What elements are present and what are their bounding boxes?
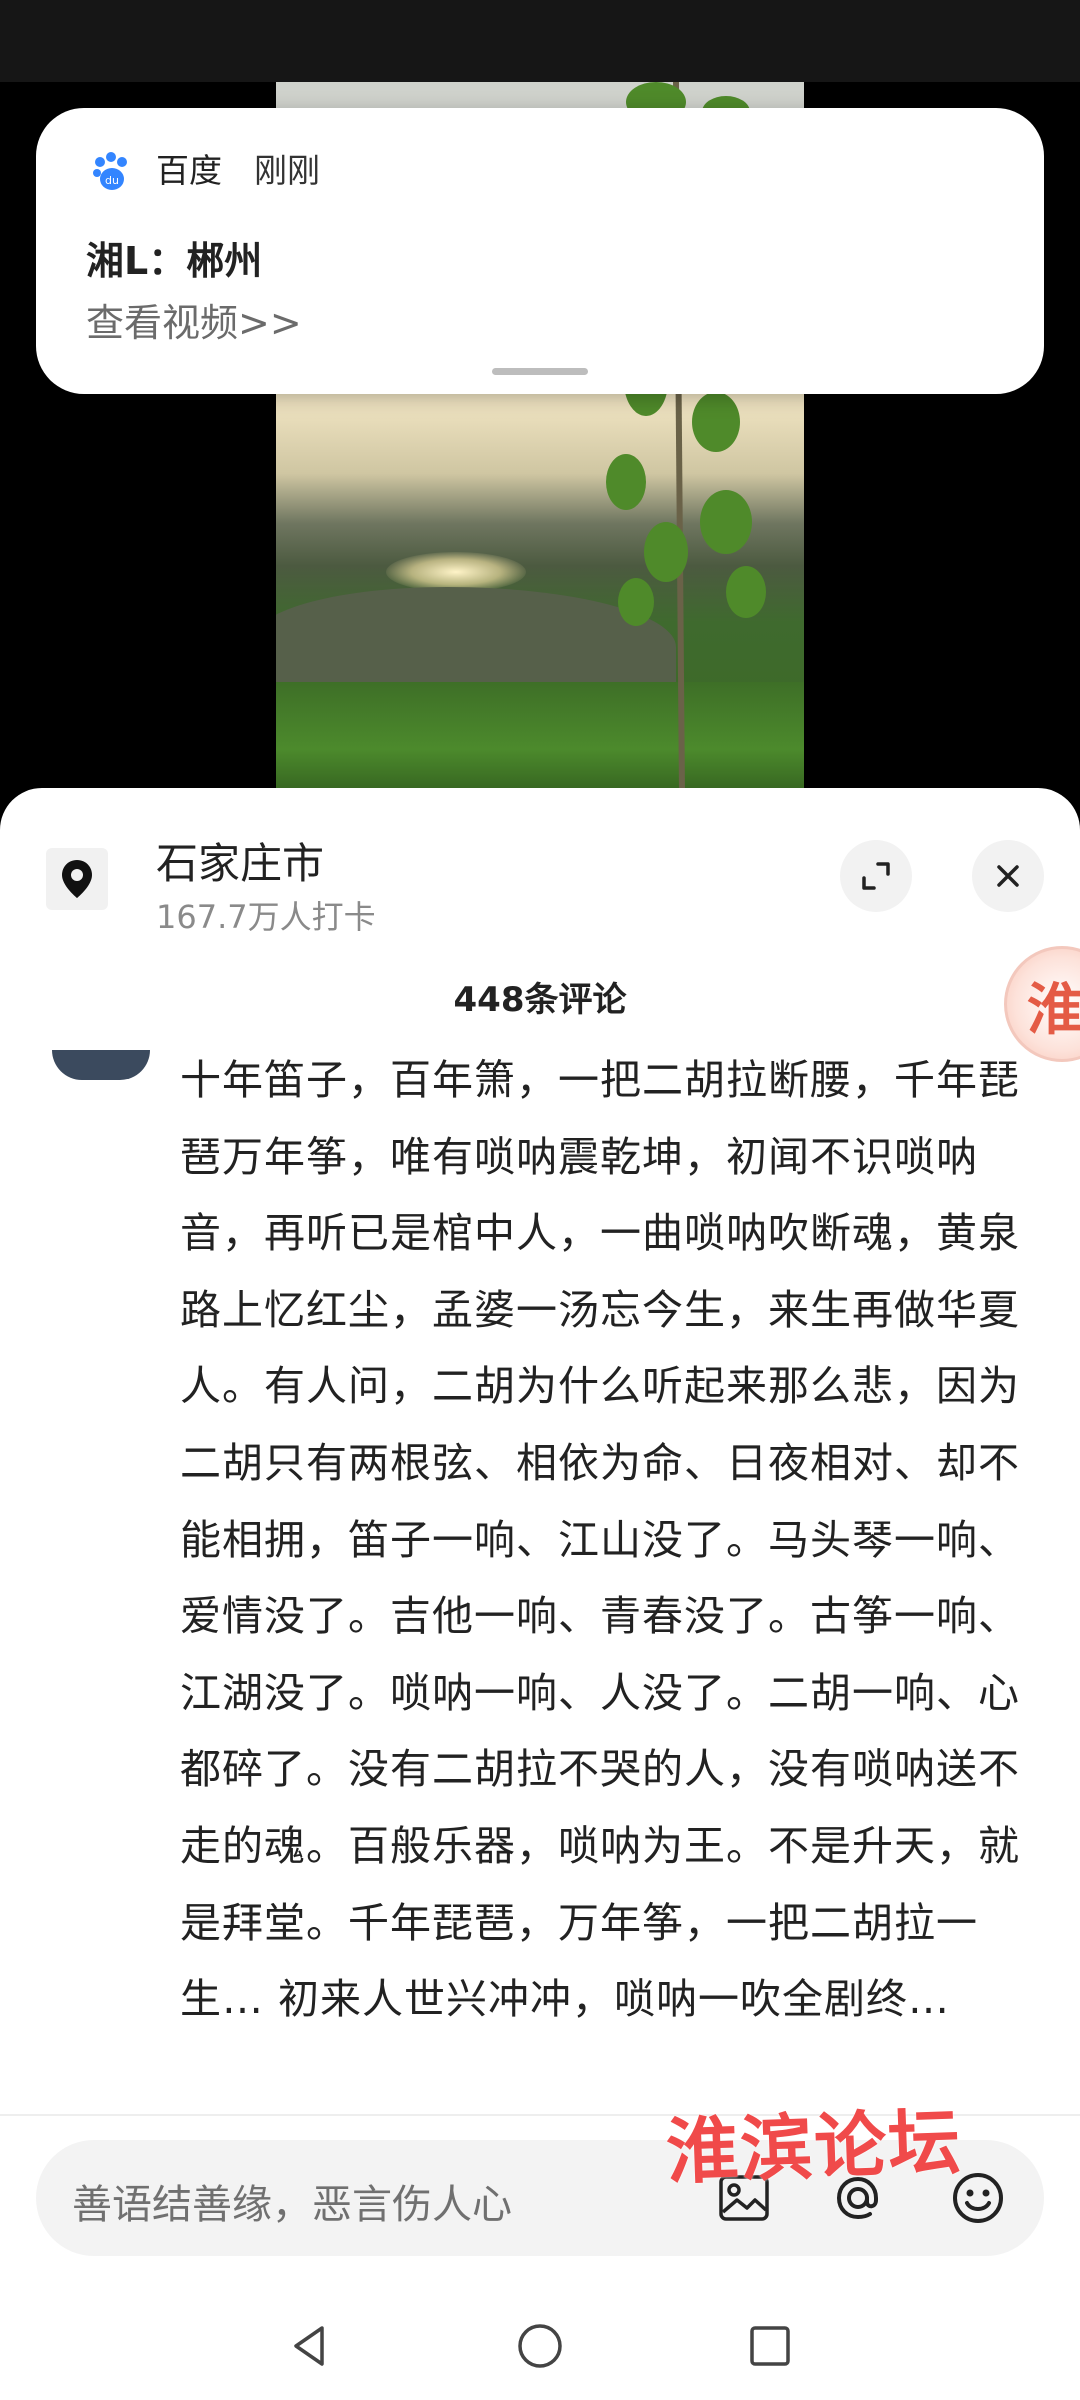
system-nav-bar <box>0 2290 1080 2400</box>
recent-apps-icon[interactable] <box>742 2318 798 2374</box>
sunset-glow <box>386 552 526 592</box>
svg-text:du: du <box>105 174 119 187</box>
expand-button[interactable] <box>840 840 912 912</box>
comment-text[interactable]: 十年笛子，百年箫，一把二胡拉断腰，千年琵琶万年筝，唯有唢呐震乾坤，初闻不识唢呐音… <box>180 1042 1040 2038</box>
location-pin-icon <box>62 860 92 898</box>
notification-title: 湘L：郴州 <box>86 239 263 283</box>
home-icon[interactable] <box>512 2318 568 2374</box>
expand-icon <box>862 862 890 890</box>
comment-sheet: 石家庄市 167.7万人打卡 淮 448条评论 十年笛子，百年箫，一把二胡拉断腰… <box>0 788 1080 2400</box>
app-name: 百度 <box>156 151 222 190</box>
status-bar <box>0 0 1080 82</box>
back-icon[interactable] <box>282 2318 338 2374</box>
location-name[interactable]: 石家庄市 <box>156 830 324 891</box>
push-notification[interactable]: du 百度 刚刚 湘L：郴州 查看视频>> <box>36 108 1044 394</box>
close-button[interactable] <box>972 840 1044 912</box>
comment-count: 448条评论 <box>453 980 627 1020</box>
location-icon-box <box>46 848 108 910</box>
drag-handle[interactable] <box>492 368 588 375</box>
view-video-link[interactable]: 查看视频>> <box>86 292 302 347</box>
baidu-paw-icon: du <box>93 152 127 190</box>
close-icon <box>997 865 1019 887</box>
avatar[interactable] <box>52 1050 150 1080</box>
checkin-count: 167.7万人打卡 <box>156 898 376 936</box>
watermark: 淮滨论坛 <box>664 2098 964 2195</box>
notification-time: 刚刚 <box>254 151 320 190</box>
comment-input-placeholder: 善语结善缘，恶言伤人心 <box>72 2182 512 2228</box>
